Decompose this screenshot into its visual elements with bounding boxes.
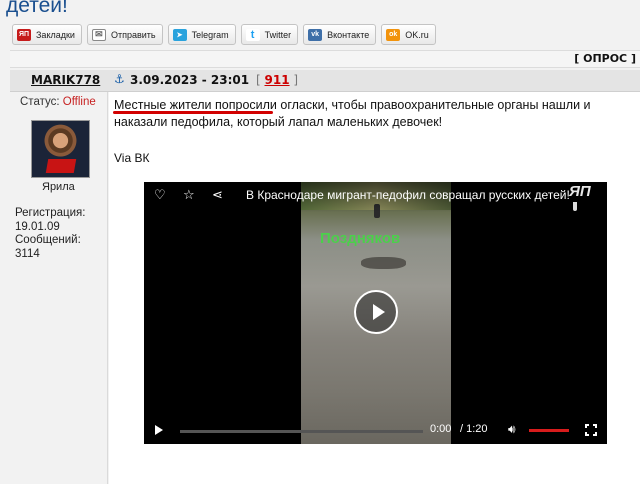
via-source: Via ВК	[114, 151, 150, 165]
video-title[interactable]: В Краснодаре мигрант-педофил совращал ру…	[246, 188, 570, 202]
poll-bar: [ ОПРОС ]	[10, 50, 640, 68]
fullscreen-icon[interactable]	[585, 424, 597, 436]
twitter-label: Twitter	[264, 29, 292, 40]
post-body: Местные жители попросили огласки, чтобы …	[109, 92, 640, 484]
video-player[interactable]: Поздняков ♡ ☆ ⋖ В Краснодаре мигрант-пед…	[144, 182, 607, 444]
okru-label: OK.ru	[405, 29, 429, 40]
post-date: 3.09.2023 - 23:01	[130, 73, 250, 87]
mail-icon: ✉	[91, 28, 106, 41]
anchor-icon[interactable]: ⚓	[114, 72, 125, 86]
telegram-label: Telegram	[191, 29, 229, 40]
user-status: Статус: Offline	[20, 96, 96, 108]
current-time: 0:00	[430, 423, 452, 435]
avatar-caption: Ярила	[42, 181, 75, 193]
send-button[interactable]: ✉ Отправить	[86, 24, 163, 45]
star-icon[interactable]: ☆	[183, 188, 195, 203]
avatar[interactable]	[31, 120, 90, 178]
post-text: Местные жители попросили огласки, чтобы …	[114, 97, 629, 131]
user-info-column: Статус: Offline Ярила Регистрация: 19.01…	[10, 92, 108, 484]
play-icon[interactable]	[155, 425, 163, 435]
send-label: Отправить	[110, 29, 156, 40]
progress-bar[interactable]	[180, 430, 423, 433]
telegram-icon: ➤	[172, 28, 187, 41]
okru-button[interactable]: ok OK.ru	[381, 24, 436, 45]
volume-slider[interactable]	[529, 429, 569, 432]
red-underline-mark	[113, 111, 273, 114]
poll-link[interactable]: [ ОПРОС ]	[574, 52, 636, 65]
yap-logo-icon: ЯП	[569, 183, 591, 211]
post-number-link[interactable]: 911	[265, 73, 290, 87]
play-button[interactable]	[354, 290, 398, 334]
post-header: MARIK778 ⚓ 3.09.2023 - 23:01 [ 911 ]	[10, 70, 640, 92]
bookmarks-label: Закладки	[36, 29, 75, 40]
heart-icon[interactable]: ♡	[154, 188, 166, 203]
twitter-icon: t	[245, 28, 260, 41]
twitter-button[interactable]: t Twitter	[240, 24, 299, 45]
video-controls: 0:00 / 1:20 🔊︎	[144, 418, 607, 444]
vkontakte-label: Вконтакте	[327, 29, 370, 40]
share-bar: ЯП Закладки ✉ Отправить ➤ Telegram t Twi…	[12, 24, 436, 45]
video-watermark: Поздняков	[320, 230, 401, 247]
telegram-button[interactable]: ➤ Telegram	[167, 24, 236, 45]
highlighted-text: Местные жители попросили	[114, 98, 277, 112]
vkontakte-button[interactable]: vk Вконтакте	[303, 24, 377, 45]
author-name[interactable]: MARIK778	[31, 73, 100, 87]
status-offline: Offline	[62, 96, 96, 108]
registration-info: Регистрация: 19.01.09 Сообщений: 3114	[15, 207, 86, 260]
share-icon[interactable]: ⋖	[212, 188, 223, 203]
yap-icon: ЯП	[17, 28, 31, 41]
total-time: / 1:20	[460, 423, 488, 435]
ok-icon: ok	[386, 28, 401, 41]
vk-icon: vk	[308, 28, 323, 41]
page-title: детей!	[6, 0, 68, 17]
bookmarks-button[interactable]: ЯП Закладки	[12, 24, 82, 45]
volume-icon[interactable]: 🔊︎	[508, 422, 516, 437]
post-number: [ 911 ]	[256, 73, 299, 87]
